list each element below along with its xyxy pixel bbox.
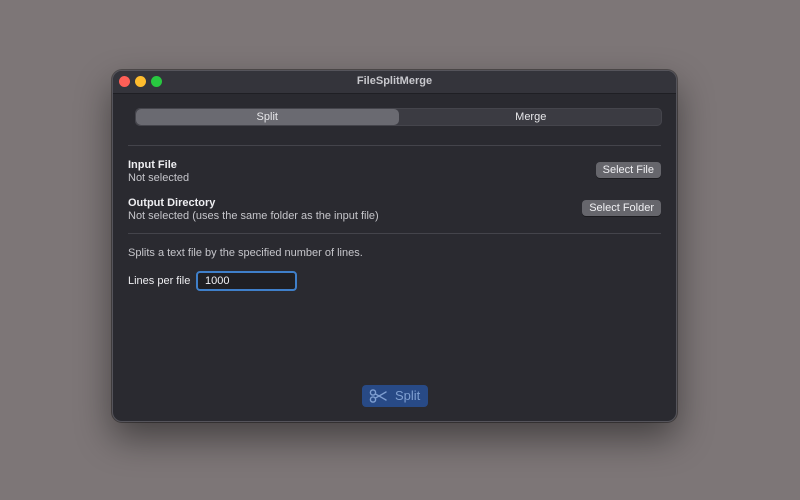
split-description: Splits a text file by the specified numb…: [128, 247, 363, 259]
tab-split[interactable]: Split: [136, 109, 399, 125]
app-window: FileSplitMerge Split Merge Input File No…: [112, 70, 677, 422]
window-title: FileSplitMerge: [356, 75, 433, 87]
divider: [128, 145, 661, 146]
select-file-button[interactable]: Select File: [595, 162, 661, 178]
tab-merge[interactable]: Merge: [400, 108, 663, 126]
divider: [128, 233, 661, 234]
scissors-icon: [369, 389, 387, 403]
mode-segmented-control: Split Merge: [135, 108, 662, 126]
select-folder-button[interactable]: Select Folder: [582, 200, 661, 216]
lines-per-file-label: Lines per file: [128, 275, 191, 287]
input-file-status: Not selected: [128, 172, 190, 184]
output-directory-status: Not selected (uses the same folder as th…: [128, 210, 379, 222]
output-directory-heading: Output Directory: [128, 197, 216, 209]
input-file-heading: Input File: [128, 159, 177, 171]
split-button-label: Split: [395, 388, 421, 403]
title-bar[interactable]: FileSplitMerge: [113, 71, 676, 94]
lines-per-file-input[interactable]: [196, 271, 297, 291]
split-button[interactable]: Split: [362, 385, 428, 407]
